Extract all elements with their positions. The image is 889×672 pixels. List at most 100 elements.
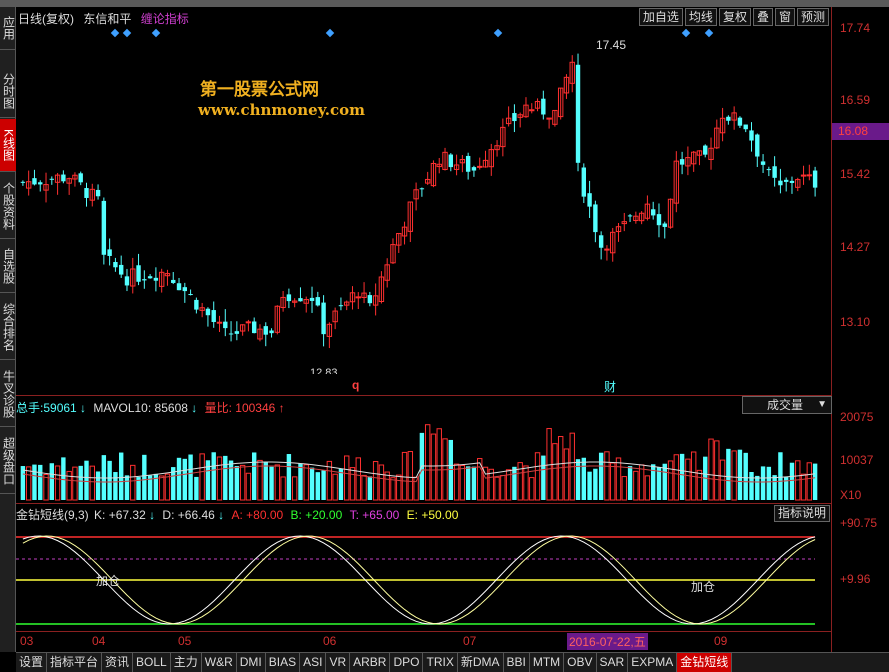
candle-body-down xyxy=(20,181,26,183)
volume-bar-down xyxy=(142,454,147,500)
date-tick: 06 xyxy=(323,634,337,648)
volume-bar-up xyxy=(552,443,558,501)
volume-bar-down xyxy=(286,454,292,500)
tab-obv[interactable]: OBV xyxy=(564,653,597,672)
volume-bar-up xyxy=(361,474,367,501)
candle-body-down xyxy=(182,287,188,292)
tab-bias[interactable]: BIAS xyxy=(266,653,301,672)
event-marker-q[interactable]: q xyxy=(352,378,359,392)
candle-body-down xyxy=(188,294,193,296)
volume-bar-up xyxy=(396,474,402,501)
candle-body-down xyxy=(38,182,43,185)
volume-bar-up xyxy=(332,473,338,501)
volume-tick: 20075 xyxy=(840,410,874,424)
tab-jinzuan[interactable]: 金钻短线 xyxy=(677,653,733,672)
candle-body-down xyxy=(153,277,159,281)
tab-wr[interactable]: W&R xyxy=(202,653,237,672)
volume-bar-down xyxy=(338,468,344,500)
volume-bar-up xyxy=(303,464,309,501)
candle-body-down xyxy=(778,180,783,186)
price-axis: 17.74 16.59 15.42 14.27 13.10 20075 1003… xyxy=(831,7,889,652)
volume-bar-up xyxy=(291,476,298,501)
volume-bar-up xyxy=(378,464,385,501)
volume-bar-down xyxy=(737,449,743,500)
tab-indicator-platform[interactable]: 指标平台 xyxy=(47,653,103,672)
current-price-badge: 16.08 xyxy=(832,123,889,140)
volume-bar-down xyxy=(61,457,66,500)
volume-bar-down xyxy=(755,475,760,500)
volume-bar-down xyxy=(465,466,471,500)
date-tick: 07 xyxy=(463,634,477,648)
tab-bbi[interactable]: BBI xyxy=(504,653,530,672)
indicator-k: K: +67.32 xyxy=(94,508,146,522)
signal-diamond xyxy=(110,28,120,38)
volume-bar-down xyxy=(587,471,592,500)
tab-news[interactable]: 资讯 xyxy=(102,653,134,672)
volume-bar-up xyxy=(158,475,165,501)
tab-asi[interactable]: ASI xyxy=(300,653,327,672)
volume-bar-up xyxy=(459,464,466,501)
tab-main-force[interactable]: 主力 xyxy=(171,653,202,672)
volume-bar-up xyxy=(708,438,714,501)
indicator-name[interactable]: 金钻短线(9,3) xyxy=(16,508,89,522)
tab-vr[interactable]: VR xyxy=(326,653,351,672)
volume-indicator-select[interactable]: 成交量 ▼ xyxy=(742,396,832,414)
volume-bar-down xyxy=(789,462,795,500)
tab-dpo[interactable]: DPO xyxy=(390,653,424,672)
signal-diamond xyxy=(151,28,161,38)
volume-bar-up xyxy=(424,424,431,501)
tab-boll[interactable]: BOLL xyxy=(133,653,171,672)
candle-body-down xyxy=(755,134,760,157)
volume-bar-down xyxy=(743,452,748,500)
volume-bar-down xyxy=(223,455,228,500)
volume-bar-down xyxy=(321,470,326,500)
tab-settings[interactable]: 设置 xyxy=(16,653,48,672)
volume-bar-down xyxy=(766,466,772,500)
tab-dmi[interactable]: DMI xyxy=(237,653,266,672)
volume-bar-up xyxy=(390,477,396,501)
candle-body-down xyxy=(789,180,795,183)
volume-bar-down xyxy=(593,468,598,500)
volume-bar-down xyxy=(581,457,587,500)
volume-bar-up xyxy=(401,451,408,501)
candle-body-down xyxy=(812,170,818,188)
volume-bar-up xyxy=(372,461,379,501)
volume-bar-up xyxy=(644,475,651,501)
candle-body-down xyxy=(136,265,141,282)
tab-sar[interactable]: SAR xyxy=(597,653,629,672)
jiacang-label-2: 加仓 xyxy=(691,580,716,594)
total-volume-value: 59061 xyxy=(43,401,77,415)
volume-bar-up xyxy=(164,473,171,501)
tab-new-dma[interactable]: 新DMA xyxy=(458,653,504,672)
candle-body-down xyxy=(743,124,748,130)
price-tick: 16.59 xyxy=(840,93,871,107)
volume-bar-up xyxy=(436,428,442,501)
candle-body-down xyxy=(766,169,772,171)
tab-trix[interactable]: TRIX xyxy=(423,653,458,672)
volume-bar-down xyxy=(812,463,818,500)
volume-bar-down xyxy=(263,461,268,500)
candle-body-down xyxy=(321,302,326,335)
candle-body-down xyxy=(124,276,130,286)
volume-bar-up xyxy=(43,474,49,501)
candle-body-down xyxy=(269,330,274,334)
candle-body-up xyxy=(216,321,223,324)
indicator-help-button[interactable]: 指标说明 xyxy=(774,505,830,522)
tab-mtm[interactable]: MTM xyxy=(530,653,565,672)
candle-body-down xyxy=(194,299,199,310)
event-marker-finance[interactable]: 财 xyxy=(604,378,616,395)
candle-body-down xyxy=(61,174,66,182)
volume-info: 总手:59061 ↓ MAVOL10: 85608 ↓ 量比: 100346 ↑ xyxy=(16,401,285,415)
cursor-date: 2016-07-22,五 xyxy=(567,633,648,650)
candle-body-down xyxy=(656,214,662,226)
watermark-title: 第一股票公式网 xyxy=(200,80,319,99)
tab-expma[interactable]: EXPMA xyxy=(628,653,678,672)
volume-bar-down xyxy=(20,466,26,500)
volume-bar-up xyxy=(500,474,506,501)
indicator-d: D: +66.46 xyxy=(162,508,215,522)
volume-bar-up xyxy=(667,460,674,501)
volume-bar-up xyxy=(696,469,703,501)
tab-arbr[interactable]: ARBR xyxy=(350,653,391,672)
candle-body-down xyxy=(760,161,766,165)
kline-chart-canvas[interactable] xyxy=(0,0,889,672)
